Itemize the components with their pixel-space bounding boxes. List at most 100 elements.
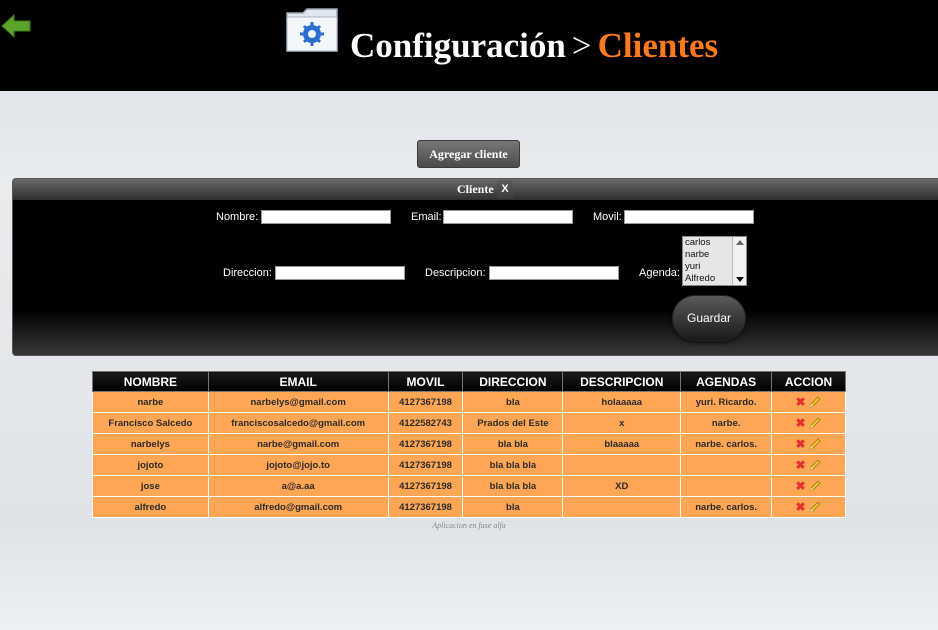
column-header[interactable]: EMAIL <box>207 371 389 392</box>
edit-pencil-icon[interactable] <box>808 416 822 430</box>
panel-header: Cliente X <box>13 179 938 200</box>
table-cell: franciscosalcedo@gmail.com <box>207 412 389 434</box>
column-header[interactable]: MOVIL <box>387 371 464 392</box>
descripcion-label: Descripcion: <box>425 267 486 279</box>
table-cell: bla bla bla <box>462 475 564 497</box>
edit-pencil-icon[interactable] <box>808 458 822 472</box>
email-input[interactable] <box>443 210 573 224</box>
action-cell: ✖ <box>771 454 846 476</box>
action-cell: ✖ <box>771 475 846 497</box>
scroll-down-icon[interactable] <box>736 277 744 282</box>
table-cell <box>680 454 773 476</box>
delete-icon[interactable]: ✖ <box>796 479 806 493</box>
row-actions: ✖ <box>796 500 822 514</box>
delete-icon[interactable]: ✖ <box>796 458 806 472</box>
clients-table-container: NOMBRE EMAIL MOVIL DIRECCION DESCRIPCION… <box>92 371 846 518</box>
column-header[interactable]: AGENDAS <box>680 371 773 392</box>
agenda-listbox[interactable]: carlos narbe yuri Alfredo <box>682 236 747 286</box>
table-cell: alfredo <box>92 496 209 518</box>
column-header[interactable]: DESCRIPCION <box>562 371 682 392</box>
delete-icon[interactable]: ✖ <box>796 500 806 514</box>
scroll-up-icon[interactable] <box>736 240 744 245</box>
close-panel-button[interactable]: X <box>497 180 513 199</box>
table-cell: alfredo@gmail.com <box>207 496 389 518</box>
table-row: Francisco Salcedo franciscosalcedo@gmail.… <box>92 412 846 434</box>
action-cell: ✖ <box>771 433 846 455</box>
agenda-label: Agenda: <box>639 267 680 279</box>
save-button[interactable]: Guardar <box>672 295 746 341</box>
movil-input[interactable] <box>624 210 754 224</box>
nombre-label: Nombre: <box>216 211 259 223</box>
table-cell: yuri. Ricardo. <box>680 391 773 413</box>
column-header[interactable]: DIRECCION <box>462 371 564 392</box>
footer-note: Aplicacion en fase alfa <box>432 521 506 530</box>
page-title: Configuración > Clientes <box>350 26 718 66</box>
table-cell: XD <box>562 475 682 497</box>
column-header[interactable]: ACCION <box>771 371 846 392</box>
table-cell: Prados del Este <box>462 412 564 434</box>
back-arrow-icon[interactable] <box>0 12 32 40</box>
table-cell: bla bla bla <box>462 454 564 476</box>
title-section: Configuración <box>350 26 566 65</box>
table-cell <box>562 496 682 518</box>
table-cell: jojoto <box>92 454 209 476</box>
panel-gradient <box>13 309 938 355</box>
table-row: narbe narbelys@gmail.com 4127367198 bla hola… <box>92 391 846 413</box>
table-cell: holaaaaa <box>562 391 682 413</box>
delete-icon[interactable]: ✖ <box>796 395 806 409</box>
direccion-input[interactable] <box>275 266 405 280</box>
table-cell: bla bla <box>462 433 564 455</box>
nombre-input[interactable] <box>261 210 391 224</box>
table-row: narbelys narbe@gmail.com 4127367198 bla bla… <box>92 433 846 455</box>
title-current: Clientes <box>597 26 719 65</box>
table-cell: narbe@gmail.com <box>207 433 389 455</box>
table-cell <box>680 475 773 497</box>
header: Configuración > Clientes <box>0 0 938 91</box>
table-body: narbe narbelys@gmail.com 4127367198 bla hola… <box>92 391 846 518</box>
row-actions: ✖ <box>796 458 822 472</box>
action-cell: ✖ <box>771 391 846 413</box>
action-cell: ✖ <box>771 496 846 518</box>
table-cell: narbe. carlos. <box>680 433 773 455</box>
title-separator: > <box>571 26 592 65</box>
table-cell <box>562 454 682 476</box>
row-actions: ✖ <box>796 395 822 409</box>
table-cell: 4122582743 <box>387 412 464 434</box>
table-cell: 4127367198 <box>387 391 464 413</box>
table-cell: x <box>562 412 682 434</box>
row-actions: ✖ <box>796 437 822 451</box>
table-row: jose a@a.aa 4127367198 bla bla bla XD ✖ <box>92 475 846 497</box>
row-actions: ✖ <box>796 416 822 430</box>
row-actions: ✖ <box>796 479 822 493</box>
client-form-panel: Cliente X Nombre: Email: Movil: Direccio… <box>12 178 938 356</box>
table-cell: bla <box>462 496 564 518</box>
email-label: Email: <box>411 211 442 223</box>
panel-title: Cliente <box>457 182 494 196</box>
table-cell: blaaaaa <box>562 433 682 455</box>
edit-pencil-icon[interactable] <box>808 479 822 493</box>
table-cell: bla <box>462 391 564 413</box>
table-cell: narbelys <box>92 433 209 455</box>
table-cell: 4127367198 <box>387 496 464 518</box>
add-client-button[interactable]: Agregar cliente <box>417 140 520 168</box>
table-cell: a@a.aa <box>207 475 389 497</box>
table-cell: narbelys@gmail.com <box>207 391 389 413</box>
movil-label: Movil: <box>593 211 622 223</box>
edit-pencil-icon[interactable] <box>808 500 822 514</box>
delete-icon[interactable]: ✖ <box>796 437 806 451</box>
descripcion-input[interactable] <box>489 266 619 280</box>
column-header[interactable]: NOMBRE <box>92 371 209 392</box>
table-cell: jose <box>92 475 209 497</box>
direccion-label: Direccion: <box>223 267 272 279</box>
table-cell: narbe. <box>680 412 773 434</box>
table-cell: narbe <box>92 391 209 413</box>
table-cell: 4127367198 <box>387 475 464 497</box>
table-cell: 4127367198 <box>387 454 464 476</box>
action-cell: ✖ <box>771 412 846 434</box>
agenda-scrollbar[interactable] <box>732 237 746 285</box>
edit-pencil-icon[interactable] <box>808 437 822 451</box>
table-row: jojoto jojoto@jojo.to 4127367198 bla bla bl… <box>92 454 846 476</box>
delete-icon[interactable]: ✖ <box>796 416 806 430</box>
clients-table: NOMBRE EMAIL MOVIL DIRECCION DESCRIPCION… <box>92 371 846 518</box>
edit-pencil-icon[interactable] <box>808 395 822 409</box>
